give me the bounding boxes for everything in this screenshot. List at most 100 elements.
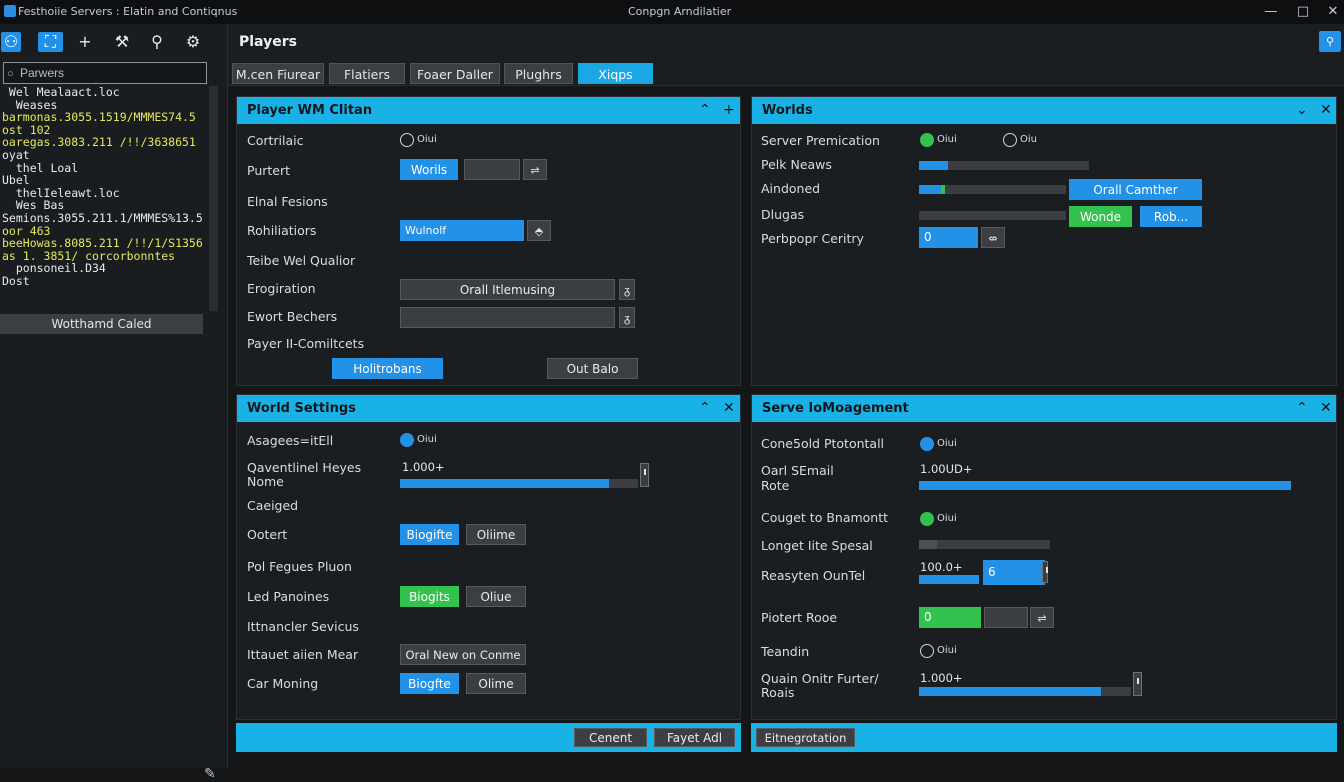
value-readout: 100.0+ [920,560,963,574]
row-label: Cone5old Ptotontall [761,436,885,451]
row-label: Perbpopr Ceritry [761,231,864,246]
console-line: ponsoneil.D34 [2,261,106,276]
select-field[interactable]: Orall Itlemusing [400,279,615,300]
slider-track[interactable] [919,575,979,584]
close-icon[interactable]: ✕ [1320,97,1332,124]
worlds-button[interactable]: Worils [400,159,458,180]
radio-dot [920,133,934,147]
chevron-up-icon[interactable]: ⌃ [699,97,711,124]
secondary-action-button[interactable]: Out Balo [547,358,638,379]
chevron-up-icon[interactable]: ⌃ [1296,395,1308,422]
value-input[interactable]: 6 [983,560,1045,585]
row-label: Ootert [247,527,288,542]
cancel-button[interactable]: Cenent [574,728,647,747]
console-line: oaregas.3083.211 /!!/3638651 [2,135,196,150]
radio-option[interactable]: Oiui [920,133,957,147]
serve-management-title: Serve IoMoagement [762,401,909,416]
primary-action-button[interactable]: Holitrobans [332,358,443,379]
radio-option[interactable]: Oiui [920,437,957,451]
tab-plughrs[interactable]: Plughrs [504,63,573,84]
toggle-on-button[interactable]: Biogits [400,586,459,607]
radio-option[interactable]: Oiui [400,133,437,147]
tab-xiqps[interactable]: Xiqps [578,63,653,84]
select-field[interactable] [400,307,615,328]
sidebar: ⚇ ⛶ + ⚒ ⚲ ⚙ ○ Parwers Wel Mealaact.loc W… [0,24,228,782]
integration-button[interactable]: Eitnegrotation [756,728,855,747]
progress-bar [919,185,1066,194]
input-stepper[interactable] [1042,561,1048,583]
maximize-button[interactable]: □ [1292,2,1314,22]
wrench-icon[interactable]: ⚒ [111,32,133,52]
player-panel-title: Player WM Clitan [247,103,373,118]
search-input[interactable]: ○ Parwers [3,62,207,84]
tab-bar: M.cen Fiurear Flatiers Foaer Daller Plug… [228,60,1344,86]
settings-icon[interactable]: ⚙ [182,32,204,52]
chevron-up-icon[interactable]: ⌃ [699,395,711,422]
toggle-off-button[interactable]: Oliue [466,586,526,607]
radio-option[interactable]: Oiui [920,512,957,526]
pen-icon[interactable]: ✎ [204,766,216,782]
row-label-sub: Roais [761,685,795,700]
row-label: Elnal Fesions [247,194,328,209]
radio-option[interactable]: Oiu [1003,133,1037,147]
user-icon[interactable]: ⚇ [1,32,21,52]
row-label: Purtert [247,163,291,178]
plus-icon[interactable]: + [74,32,96,52]
minimize-button[interactable]: — [1260,2,1282,22]
apply-button[interactable]: Fayet Adl [654,728,735,747]
value-input[interactable]: 0 [919,607,981,628]
tab-foaer-daller[interactable]: Foaer Daller [410,63,500,84]
progress-fill [919,540,938,549]
row-label: Piotert Rooe [761,610,838,625]
toggle-off-button[interactable]: Olime [466,673,526,694]
dropdown-icon[interactable]: ᵹ [619,279,635,300]
sidebar-footer-button[interactable]: Wotthamd Caled [0,314,203,334]
dropdown-icon[interactable]: ᵹ [619,307,635,328]
radio-label: Oiui [937,438,957,449]
slider-fill [400,479,610,488]
green-button[interactable]: Wonde [1069,206,1132,227]
row-label: Pelk Neaws [761,157,832,172]
tab-flatiers[interactable]: Flatiers [329,63,405,84]
console-scrollbar[interactable] [209,86,218,311]
swap-icon[interactable]: ⇌ [523,159,547,180]
slider-track[interactable] [919,687,1131,696]
slider-track[interactable] [400,479,638,488]
name-input[interactable]: Wulnolf [400,220,524,241]
network-icon[interactable]: ⛶ [38,32,63,52]
empty-field[interactable] [984,607,1028,628]
toggle-off-button[interactable]: Oliime [466,524,526,545]
value-readout: 1.000+ [402,460,445,474]
slider-handle[interactable] [640,463,649,487]
slider-handle[interactable] [1133,672,1142,696]
close-icon[interactable]: ✕ [1320,395,1332,422]
close-button[interactable]: ✕ [1322,2,1344,22]
header-search-button[interactable]: ⚲ [1319,31,1341,52]
blue-button[interactable]: Rob... [1140,206,1202,227]
upload-icon[interactable]: ⬘ [527,220,551,241]
slider-track[interactable] [919,481,1291,490]
open-new-button[interactable]: Oral New on Conme [400,644,526,665]
toggle-on-button[interactable]: Biogifte [400,524,459,545]
close-icon[interactable]: ✕ [723,395,735,422]
radio-option[interactable]: Oiui [400,433,437,447]
swap-icon[interactable]: ⇌ [1030,607,1054,628]
value-input[interactable]: 0 [919,227,978,248]
chevron-down-icon[interactable]: ⌄ [1296,97,1308,124]
row-label: Cortrilaic [247,133,304,148]
main-header: Players ⚲ [228,24,1344,60]
row-label: Longet Iite Spesal [761,538,873,553]
slider-fill [919,481,1291,490]
row-label: Caeiged [247,498,299,513]
empty-field[interactable] [464,159,520,180]
signal-icon[interactable]: ⇎ [981,227,1005,248]
radio-option[interactable]: Oiui [920,644,957,658]
action-button[interactable]: Orall Camther [1069,179,1202,200]
row-label: Quain Onitr Furter/ [761,671,879,686]
tool-icon[interactable]: ⚲ [146,32,168,52]
toggle-on-button[interactable]: Biogfte [400,673,459,694]
player-panel: Player WM Clitan ⌃ + Cortrilaic Oiui Pur… [236,96,741,386]
tab-main-filter[interactable]: M.cen Fiurear [232,63,324,84]
slider-fill [919,687,1102,696]
add-icon[interactable]: + [723,97,735,124]
